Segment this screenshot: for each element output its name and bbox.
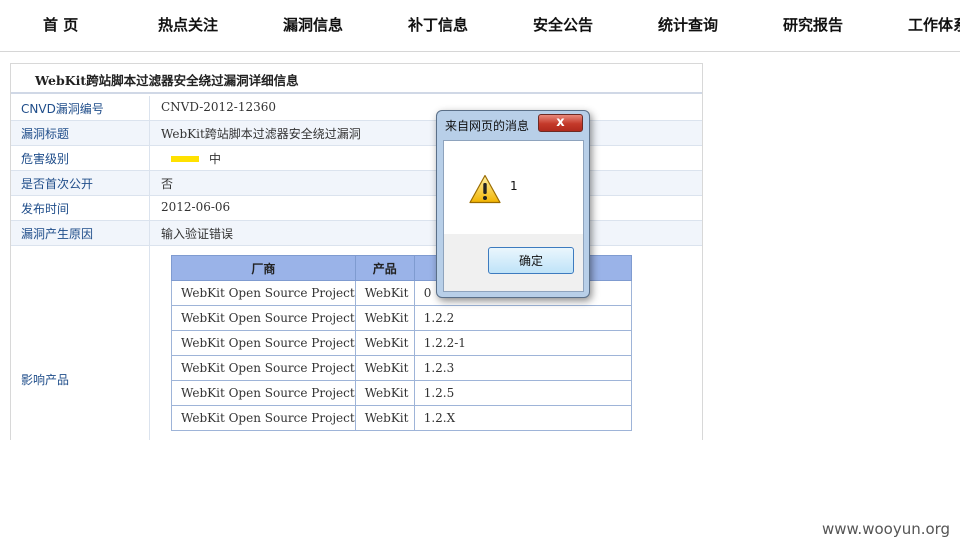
cell-vendor: WebKit Open Source Project	[171, 305, 356, 331]
nav-statistics[interactable]: 统计查询	[658, 14, 718, 35]
table-row: WebKit Open Source Project WebKit 1.2.2-…	[171, 330, 633, 356]
header-product: 产品	[354, 255, 415, 281]
top-navigation: 首 页 热点关注 漏洞信息 补丁信息 安全公告 统计查询 研究报告 工作体系	[0, 0, 960, 52]
row-label: 漏洞产生原因	[21, 227, 94, 241]
vulnerability-detail-panel: WebKit跨站脚本过滤器安全绕过漏洞详细信息 CNVD漏洞编号 CNVD-20…	[10, 63, 703, 440]
row-label: 是否首次公开	[21, 177, 94, 191]
detail-row-first-public: 是否首次公开 否	[11, 171, 702, 196]
affected-products-section: 影响产品 厂商 产品 WebKit Open Source Project We…	[11, 246, 702, 440]
column-divider	[149, 196, 150, 221]
warning-icon	[469, 174, 501, 204]
detail-row-title: 漏洞标题 WebKit跨站脚本过滤器安全绕过漏洞	[11, 121, 702, 146]
detail-row-cause: 漏洞产生原因 输入验证错误	[11, 221, 702, 246]
severity-value: 中	[209, 152, 222, 166]
detail-row-publish-date: 发布时间 2012-06-06	[11, 196, 702, 221]
cell-vendor: WebKit Open Source Project	[171, 405, 356, 431]
row-value: WebKit跨站脚本过滤器安全绕过漏洞	[161, 127, 361, 141]
cell-version: 1.2.X	[413, 405, 633, 431]
severity-bar	[171, 156, 199, 162]
row-value: CNVD-2012-12360	[161, 100, 277, 114]
row-value: 2012-06-06	[161, 200, 231, 214]
cell-version: 1.2.3	[413, 355, 633, 381]
header-vendor: 厂商	[171, 255, 356, 281]
row-value: 输入验证错误	[161, 227, 234, 241]
table-row: WebKit Open Source Project WebKit 1.2.3	[171, 355, 633, 381]
dialog-body: 1 确定	[443, 140, 584, 292]
column-divider	[149, 246, 150, 440]
close-button[interactable]: x	[538, 114, 583, 132]
cell-vendor: WebKit Open Source Project	[171, 280, 356, 306]
cell-version: 1.2.2-1	[413, 330, 633, 356]
detail-row-cnvd-id: CNVD漏洞编号 CNVD-2012-12360	[11, 96, 702, 121]
cell-product: WebKit	[354, 355, 415, 381]
row-label: CNVD漏洞编号	[21, 102, 104, 116]
cell-product: WebKit	[354, 280, 415, 306]
row-value: 否	[161, 177, 174, 191]
cell-product: WebKit	[354, 380, 415, 406]
dialog-title: 来自网页的消息	[445, 119, 530, 133]
nav-hot-topics[interactable]: 热点关注	[158, 14, 218, 35]
cell-product: WebKit	[354, 405, 415, 431]
dialog-message-area: 1	[444, 141, 583, 234]
column-divider	[149, 146, 150, 171]
row-label: 发布时间	[21, 202, 70, 216]
column-divider	[149, 221, 150, 246]
table-row: WebKit Open Source Project WebKit 1.2.X	[171, 405, 633, 431]
cell-version: 1.2.2	[413, 305, 633, 331]
nav-security-bulletin[interactable]: 安全公告	[533, 14, 593, 35]
cell-vendor: WebKit Open Source Project	[171, 330, 356, 356]
nav-home[interactable]: 首 页	[43, 14, 78, 35]
nav-work-system[interactable]: 工作体系	[908, 14, 960, 35]
table-row: WebKit Open Source Project WebKit 1.2.5	[171, 380, 633, 406]
nav-patch-info[interactable]: 补丁信息	[408, 14, 468, 35]
ok-button[interactable]: 确定	[488, 247, 574, 274]
column-divider	[149, 96, 150, 121]
column-divider	[149, 121, 150, 146]
cell-product: WebKit	[354, 330, 415, 356]
cell-vendor: WebKit Open Source Project	[171, 355, 356, 381]
watermark: www.wooyun.org	[822, 520, 951, 538]
detail-row-severity: 危害级别 中	[11, 146, 702, 171]
cell-version: 1.2.5	[413, 380, 633, 406]
cell-product: WebKit	[354, 305, 415, 331]
nav-vulnerability-info[interactable]: 漏洞信息	[283, 14, 343, 35]
alert-dialog: 来自网页的消息 x 1 确定	[436, 110, 590, 298]
column-divider	[149, 171, 150, 196]
row-label: 漏洞标题	[21, 127, 70, 141]
row-label: 危害级别	[21, 152, 70, 166]
nav-research-reports[interactable]: 研究报告	[783, 14, 843, 35]
cell-vendor: WebKit Open Source Project	[171, 380, 356, 406]
affected-products-label: 影响产品	[21, 373, 70, 387]
dialog-message: 1	[510, 179, 518, 193]
detail-title: WebKit跨站脚本过滤器安全绕过漏洞详细信息	[11, 64, 702, 94]
table-row: WebKit Open Source Project WebKit 1.2.2	[171, 305, 633, 331]
